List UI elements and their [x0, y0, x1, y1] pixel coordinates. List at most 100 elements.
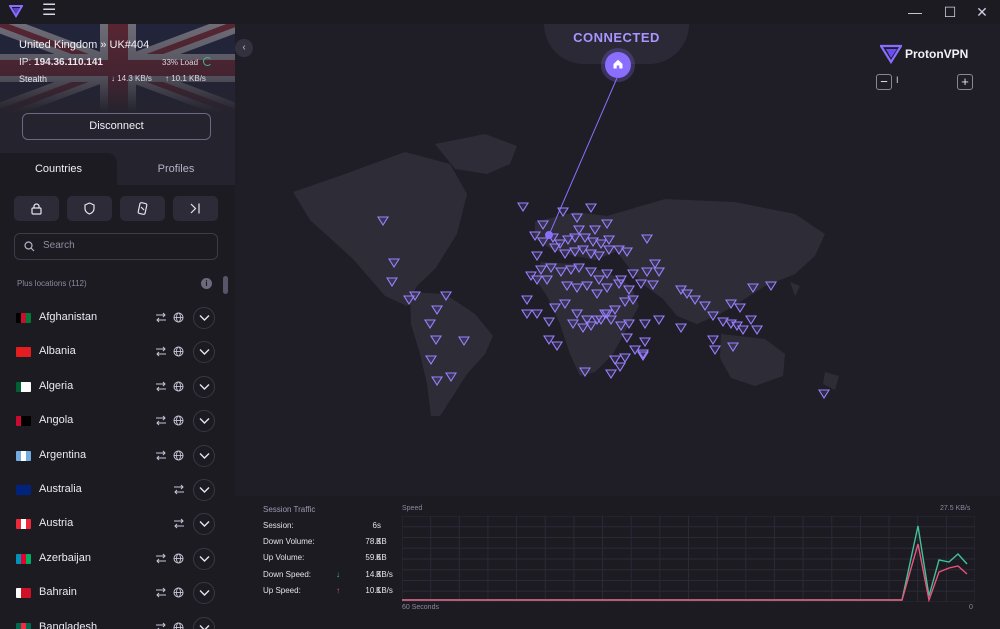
search-placeholder: Search — [43, 240, 75, 251]
search-icon — [24, 241, 35, 252]
country-row[interactable]: Argentina — [0, 439, 222, 473]
traffic-stat-unit: KB — [376, 537, 387, 547]
server-pin-icon[interactable] — [737, 325, 749, 336]
server-pin-icon[interactable] — [751, 325, 763, 336]
chevron-down-icon — [199, 521, 210, 528]
search-input[interactable]: Search — [14, 233, 218, 260]
country-row[interactable]: Azerbaijan — [0, 542, 222, 576]
server-pin-icon[interactable] — [765, 281, 777, 292]
world-map — [293, 77, 839, 416]
close-button[interactable]: ✕ — [967, 2, 997, 22]
switch-server-icon[interactable] — [155, 622, 167, 629]
switch-server-icon[interactable] — [155, 553, 167, 564]
server-pin-icon[interactable] — [531, 309, 543, 320]
traffic-stat-unit: KB/s — [376, 569, 393, 579]
minimize-button[interactable]: — — [900, 2, 930, 22]
country-flag-icon — [16, 485, 31, 495]
speed-graph-x-right: 0 — [969, 604, 973, 611]
server-pin-icon[interactable] — [551, 341, 563, 352]
globe-icon[interactable] — [173, 415, 184, 426]
expand-country-button[interactable] — [193, 444, 215, 467]
server-pin-icon[interactable] — [621, 333, 633, 344]
globe-icon[interactable] — [173, 587, 184, 598]
switch-server-icon[interactable] — [155, 346, 167, 357]
filter-secure-core-button[interactable] — [14, 196, 59, 221]
server-pin-icon[interactable] — [717, 317, 729, 328]
globe-icon[interactable] — [173, 346, 184, 357]
expand-country-button[interactable] — [193, 341, 215, 364]
country-list-scrollbar[interactable] — [223, 276, 228, 294]
server-pin-icon[interactable] — [653, 315, 665, 326]
server-pin-icon[interactable] — [818, 389, 830, 400]
tab-profiles[interactable]: Profiles — [117, 153, 235, 185]
expand-country-button[interactable] — [193, 547, 215, 570]
country-row[interactable]: Bahrain — [0, 576, 222, 610]
country-row[interactable]: Angola — [0, 404, 222, 438]
expand-country-button[interactable] — [193, 307, 215, 329]
country-name: Azerbaijan — [39, 551, 91, 564]
filter-shield-button[interactable] — [67, 196, 112, 221]
globe-icon[interactable] — [173, 312, 184, 323]
expand-country-button[interactable] — [193, 616, 215, 629]
countries-panel: Search Plus locations (112) i Afghanista… — [0, 185, 235, 629]
server-pin-icon[interactable] — [521, 309, 533, 320]
collapse-sidebar-button[interactable]: ‹ — [235, 39, 253, 57]
server-pin-icon[interactable] — [639, 337, 651, 348]
switch-server-icon[interactable] — [155, 381, 167, 392]
server-pin-icon[interactable] — [605, 369, 617, 380]
switch-server-icon[interactable] — [173, 518, 185, 529]
country-row[interactable]: Austria — [0, 507, 222, 541]
expand-country-button[interactable] — [193, 582, 215, 605]
brand-name: ProtonVPN — [905, 47, 969, 61]
disconnect-button[interactable]: Disconnect — [22, 113, 211, 140]
traffic-stat-unit: KB/s — [376, 585, 393, 595]
chevron-down-icon — [199, 555, 210, 562]
home-location-pin[interactable] — [605, 52, 631, 78]
globe-icon[interactable] — [173, 622, 184, 629]
zoom-out-button[interactable]: − — [876, 74, 892, 90]
country-row[interactable]: Albania — [0, 335, 222, 369]
server-pin-icon[interactable] — [734, 303, 746, 314]
server-pin-icon[interactable] — [585, 203, 597, 214]
info-icon[interactable]: i — [201, 278, 212, 289]
connected-location-marker[interactable] — [545, 231, 553, 239]
server-pin-icon[interactable] — [639, 319, 651, 330]
filter-tor-button[interactable] — [173, 196, 218, 221]
country-row[interactable]: Afghanistan — [0, 301, 222, 335]
server-pin-icon[interactable] — [521, 295, 533, 306]
globe-icon[interactable] — [173, 553, 184, 564]
server-pin-icon[interactable] — [531, 251, 543, 262]
zoom-in-button[interactable]: + — [957, 74, 973, 90]
server-pin-icon[interactable] — [517, 202, 529, 213]
expand-country-button[interactable] — [193, 410, 215, 433]
server-pin-icon[interactable] — [675, 323, 687, 334]
landmass — [823, 372, 839, 390]
country-row[interactable]: Bangladesh — [0, 611, 222, 629]
server-pin-icon[interactable] — [543, 317, 555, 328]
country-row[interactable]: Australia — [0, 473, 222, 507]
country-row[interactable]: Algeria — [0, 370, 222, 404]
expand-country-button[interactable] — [193, 375, 215, 398]
maximize-button[interactable]: ☐ — [935, 2, 965, 22]
upload-speed: ↑ 10.1 KB/s — [165, 74, 206, 83]
switch-server-icon[interactable] — [155, 415, 167, 426]
hamburger-icon[interactable]: ☰ — [42, 3, 56, 19]
server-pin-icon[interactable] — [707, 335, 719, 346]
switch-server-icon[interactable] — [173, 484, 185, 495]
globe-icon[interactable] — [173, 381, 184, 392]
country-flag-icon — [16, 519, 31, 530]
tab-countries[interactable]: Countries — [0, 153, 117, 185]
landmass — [410, 292, 493, 416]
expand-country-button[interactable] — [193, 479, 215, 501]
server-pin-icon[interactable] — [745, 315, 757, 326]
filter-p2p-button[interactable] — [120, 196, 165, 221]
switch-server-icon[interactable] — [155, 312, 167, 323]
globe-icon[interactable] — [173, 450, 184, 461]
chevron-down-icon — [199, 487, 210, 493]
server-pin-icon[interactable] — [709, 345, 721, 356]
expand-country-button[interactable] — [193, 513, 215, 536]
server-pin-icon[interactable] — [619, 353, 631, 364]
switch-server-icon[interactable] — [155, 450, 167, 461]
switch-server-icon[interactable] — [155, 587, 167, 598]
download-speed: ↓ 14.3 KB/s — [111, 74, 152, 83]
